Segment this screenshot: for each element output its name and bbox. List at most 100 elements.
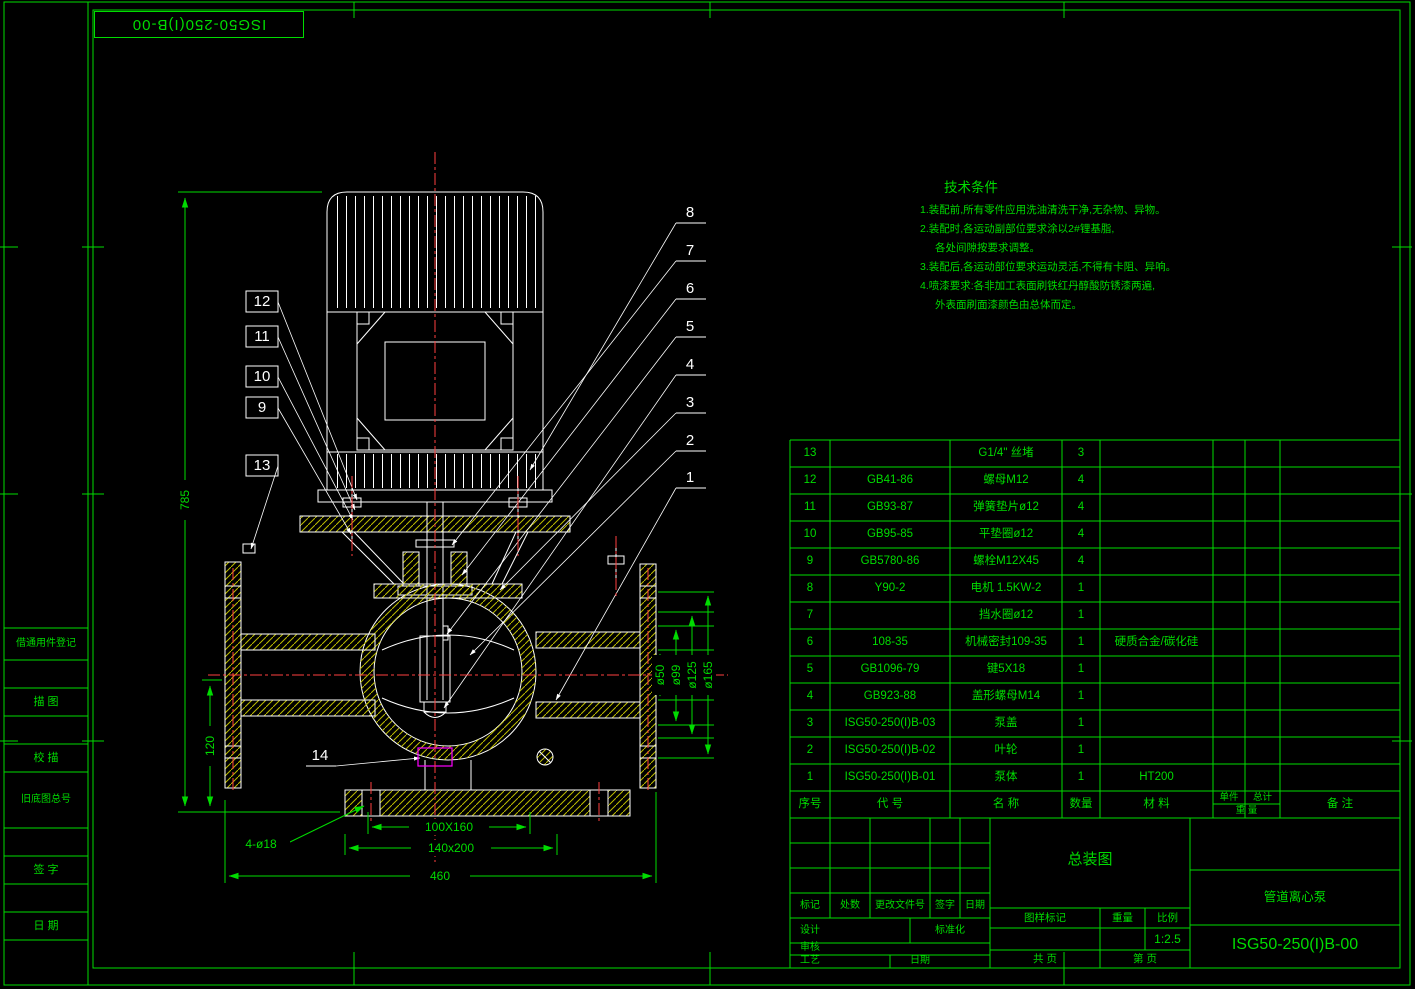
bom-qty: 1 bbox=[1062, 688, 1100, 704]
bom-no: 12 bbox=[790, 472, 830, 488]
bom-code bbox=[830, 445, 950, 461]
table-row: 10GB95-85平垫圈ø124 bbox=[0, 521, 1415, 548]
bom-header-no: 序号 bbox=[790, 796, 830, 812]
title-drawing-number: ISG50-250(I)B-00 bbox=[1195, 937, 1395, 953]
label-process: 工艺 bbox=[790, 954, 830, 967]
dim-100x160: 100X160 bbox=[409, 819, 489, 835]
bom-code: GB1096-79 bbox=[830, 661, 950, 677]
callout-12: 12 bbox=[248, 294, 276, 310]
bom-no: 13 bbox=[790, 445, 830, 461]
bom-material: HT200 bbox=[1100, 769, 1213, 785]
bom-header-total-weight: 总计 bbox=[1245, 792, 1280, 804]
table-row: 3ISG50-250(I)B-03泵盖1 bbox=[0, 710, 1415, 737]
bom-code: 108-35 bbox=[830, 634, 950, 650]
table-row: 2ISG50-250(I)B-02叶轮1 bbox=[0, 737, 1415, 764]
table-row: 12GB41-86螺母M124 bbox=[0, 467, 1415, 494]
bom-name: 弹簧垫片ø12 bbox=[950, 499, 1062, 515]
callout-5: 5 bbox=[676, 319, 704, 335]
label-sheet-no: 第 页 bbox=[1100, 951, 1190, 967]
bom-remark bbox=[1280, 715, 1400, 731]
bom-no: 2 bbox=[790, 742, 830, 758]
label-review: 审核 bbox=[790, 941, 830, 954]
tech-line: 各处间隙按要求调整。 bbox=[920, 239, 1235, 258]
bom-qty: 3 bbox=[1062, 445, 1100, 461]
bom-no: 7 bbox=[790, 607, 830, 623]
bom-remark bbox=[1280, 634, 1400, 650]
table-row: 4GB923-88盖形螺母M141 bbox=[0, 683, 1415, 710]
label-mark: 标记 bbox=[790, 898, 830, 914]
bom-qty: 1 bbox=[1062, 769, 1100, 785]
bom-code bbox=[830, 607, 950, 623]
bom-header-unit-weight: 单件 bbox=[1213, 792, 1245, 804]
bom-qty: 1 bbox=[1062, 715, 1100, 731]
bom-material bbox=[1100, 553, 1213, 569]
bom-material bbox=[1100, 607, 1213, 623]
bom-remark bbox=[1280, 445, 1400, 461]
bom-header-code: 代 号 bbox=[830, 796, 950, 812]
tech-title: 技术条件 bbox=[944, 176, 1235, 196]
bom-material bbox=[1100, 580, 1213, 596]
bom-remark bbox=[1280, 553, 1400, 569]
product-name: 管道离心泵 bbox=[1200, 889, 1390, 905]
bom-header-material: 材 料 bbox=[1100, 796, 1213, 812]
tech-line: 2.装配时,各运动副部位要求涂以2#锂基脂, bbox=[920, 220, 1235, 239]
bom-material: 硬质合金/碳化硅 bbox=[1100, 634, 1213, 650]
bom-remark bbox=[1280, 580, 1400, 596]
bom-no: 10 bbox=[790, 526, 830, 542]
technical-requirements: 技术条件 1.装配前,所有零件应用洗油清洗干净,无杂物、异物。 2.装配时,各运… bbox=[920, 176, 1235, 315]
label-design: 设计 bbox=[790, 923, 830, 939]
bom-remark bbox=[1280, 688, 1400, 704]
bom-header-qty: 数量 bbox=[1062, 796, 1100, 812]
bom-material bbox=[1100, 688, 1213, 704]
margin-label-date: 日 期 bbox=[4, 918, 88, 934]
bom-qty: 1 bbox=[1062, 634, 1100, 650]
bom-header-row: 序号 代 号 名 称 数量 材 料 单件 总计 重 量 备 注 bbox=[0, 791, 1415, 818]
table-row: 7挡水圈ø121 bbox=[0, 602, 1415, 629]
bom-no: 1 bbox=[790, 769, 830, 785]
bom-name: G1/4" 丝堵 bbox=[950, 445, 1062, 461]
callout-3: 3 bbox=[676, 395, 704, 411]
tech-line: 1.装配前,所有零件应用洗油清洗干净,无杂物、异物。 bbox=[920, 201, 1235, 220]
dim-4xd18: 4-ø18 bbox=[232, 836, 290, 852]
bom-remark bbox=[1280, 661, 1400, 677]
bom-no: 8 bbox=[790, 580, 830, 596]
bom-no: 3 bbox=[790, 715, 830, 731]
table-row: 9GB5780-86螺栓M12X454 bbox=[0, 548, 1415, 575]
label-process-date: 日期 bbox=[890, 954, 950, 967]
callout-4: 4 bbox=[676, 357, 704, 373]
label-weight: 重量 bbox=[1100, 910, 1145, 926]
bom-name: 螺母M12 bbox=[950, 472, 1062, 488]
bom-code: ISG50-250(I)B-01 bbox=[830, 769, 950, 785]
tech-line: 4.喷漆要求:各非加工表面刷铁红丹醇酸防锈漆两遍, bbox=[920, 277, 1235, 296]
bom-remark bbox=[1280, 742, 1400, 758]
bom-header-remark: 备 注 bbox=[1280, 796, 1400, 812]
bom-remark bbox=[1280, 769, 1400, 785]
bom-qty: 1 bbox=[1062, 742, 1100, 758]
label-scale: 比例 bbox=[1145, 910, 1190, 926]
bom-code: GB93-87 bbox=[830, 499, 950, 515]
bom-remark bbox=[1280, 526, 1400, 542]
table-row: 13 G1/4" 丝堵3 bbox=[0, 440, 1415, 467]
bom-qty: 1 bbox=[1062, 607, 1100, 623]
bom-material bbox=[1100, 661, 1213, 677]
assembly-title: 总装图 bbox=[1030, 852, 1150, 868]
label-sign: 签字 bbox=[930, 898, 960, 914]
bom-no: 5 bbox=[790, 661, 830, 677]
label-change-doc: 更改文件号 bbox=[870, 898, 930, 914]
bom-remark bbox=[1280, 472, 1400, 488]
bom-code: ISG50-250(I)B-02 bbox=[830, 742, 950, 758]
dim-140x200: 140x200 bbox=[411, 840, 491, 856]
bom-header-name: 名 称 bbox=[950, 796, 1062, 812]
bom-material bbox=[1100, 742, 1213, 758]
margin-label-signature: 签 字 bbox=[4, 862, 88, 878]
bom-material bbox=[1100, 472, 1213, 488]
bom-code: Y90-2 bbox=[830, 580, 950, 596]
label-standardize: 标准化 bbox=[910, 923, 990, 939]
bom-code: ISG50-250(I)B-03 bbox=[830, 715, 950, 731]
label-sheets-total: 共 页 bbox=[990, 951, 1100, 967]
bom-qty: 4 bbox=[1062, 553, 1100, 569]
bom-qty: 4 bbox=[1062, 472, 1100, 488]
bom-code: GB95-85 bbox=[830, 526, 950, 542]
bom-no: 9 bbox=[790, 553, 830, 569]
bom-material bbox=[1100, 715, 1213, 731]
